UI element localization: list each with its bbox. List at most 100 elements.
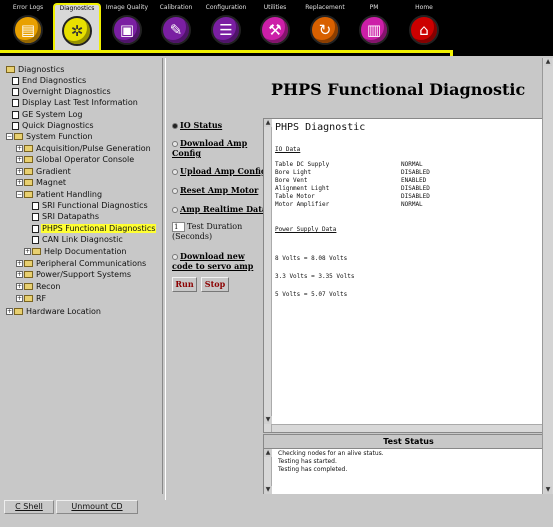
document-icon	[12, 76, 19, 85]
expand-toggle-icon[interactable]: +	[16, 179, 23, 186]
tree-item-label: Gradient	[36, 167, 71, 176]
output-text-area[interactable]: ▲ ▼ PHPS Diagnostic IO Data Table DC Sup…	[263, 118, 553, 433]
status-line: Testing has completed.	[278, 466, 348, 473]
io-value: NORMAL	[401, 161, 423, 168]
option-label: Upload Amp Config	[180, 166, 267, 176]
toolbar-button-configuration[interactable]: Configuration ☰	[202, 4, 250, 52]
toolbar-button-diagnostics[interactable]: Diagnostics ✲	[53, 3, 101, 53]
option-amp-realtime-data[interactable]: Amp Realtime Data	[172, 204, 267, 214]
tree-item-end-diagnostics[interactable]: End Diagnostics	[12, 75, 87, 86]
io-value: DISABLED	[401, 169, 430, 176]
scroll-up-arrow-icon[interactable]: ▲	[264, 449, 272, 457]
option-upload-amp-config[interactable]: Upload Amp Config	[172, 166, 267, 176]
toolbar-button-home[interactable]: Home ⌂	[400, 4, 448, 52]
image-quality-icon: ▣	[112, 15, 142, 45]
collapse-toggle-icon[interactable]: −	[6, 133, 13, 140]
c-shell-button[interactable]: C Shell	[4, 500, 54, 514]
tree-item-acquisition[interactable]: + Acquisition/Pulse Generation	[16, 143, 152, 154]
unmount-cd-button[interactable]: Unmount CD	[56, 500, 138, 514]
document-icon	[12, 87, 19, 96]
output-horizontal-scrollbar[interactable]	[272, 424, 553, 432]
test-duration-row: 1 Test Duration (Seconds)	[172, 222, 262, 242]
tree-item-patient-handling[interactable]: − Patient Handling	[16, 189, 103, 200]
output-text: PHPS Diagnostic IO Data Table DC Supply N…	[275, 122, 430, 299]
toolbar-button-replacement[interactable]: Replacement ↻	[301, 4, 349, 52]
tree-item-hardware-location[interactable]: + Hardware Location	[6, 306, 102, 317]
expand-toggle-icon[interactable]: +	[24, 248, 31, 255]
tree-item-label: Global Operator Console	[36, 155, 135, 164]
scroll-up-arrow-icon[interactable]: ▲	[544, 58, 552, 66]
toolbar-button-image-quality[interactable]: Image Quality ▣	[103, 4, 151, 52]
radio-icon[interactable]	[172, 188, 178, 194]
tree-item-sri-functional[interactable]: SRI Functional Diagnostics	[32, 200, 149, 211]
configuration-icon: ☰	[211, 15, 241, 45]
tree-item-label: Acquisition/Pulse Generation	[36, 144, 151, 153]
tree-item-help-documentation[interactable]: + Help Documentation	[24, 246, 127, 257]
test-status-pane: Test Status ▲ ▼ Checking nodes for an al…	[263, 434, 553, 494]
scroll-down-arrow-icon[interactable]: ▼	[264, 416, 272, 424]
stop-button[interactable]: Stop	[201, 277, 229, 292]
expand-toggle-icon[interactable]: +	[16, 168, 23, 175]
radio-icon[interactable]	[172, 169, 178, 175]
test-status-list[interactable]: ▲ ▼ Checking nodes for an alive status. …	[264, 448, 553, 494]
option-io-status[interactable]: IO Status	[172, 120, 222, 130]
collapse-toggle-icon[interactable]: −	[16, 191, 23, 198]
expand-toggle-icon[interactable]: +	[6, 308, 13, 315]
expand-toggle-icon[interactable]: +	[16, 271, 23, 278]
option-download-amp-config[interactable]: Download Amp Config	[172, 138, 258, 158]
tree-item-can-link[interactable]: CAN Link Diagnostic	[32, 234, 124, 245]
toolbar-button-error-logs[interactable]: Error Logs ▤	[4, 4, 52, 52]
radio-selected-icon[interactable]	[172, 123, 178, 129]
tree-item-system-function[interactable]: − System Function	[6, 131, 93, 142]
io-name: Alignment Light	[275, 185, 330, 192]
scroll-down-arrow-icon[interactable]: ▼	[264, 486, 272, 494]
tree-item-magnet[interactable]: + Magnet	[16, 177, 67, 188]
tree-item-label: System Function	[26, 132, 93, 141]
option-download-servo-code[interactable]: Download new code to servo amp	[172, 251, 264, 271]
tree-item-global-operator-console[interactable]: + Global Operator Console	[16, 154, 135, 165]
expand-toggle-icon[interactable]: +	[16, 283, 23, 290]
tree-item-rf[interactable]: + RF	[16, 293, 47, 304]
expand-toggle-icon[interactable]: +	[16, 145, 23, 152]
tree-item-display-last-test[interactable]: Display Last Test Information	[12, 97, 139, 108]
expand-toggle-icon[interactable]: +	[16, 295, 23, 302]
scroll-up-arrow-icon[interactable]: ▲	[264, 119, 272, 127]
expand-toggle-icon[interactable]: +	[16, 260, 23, 267]
tree-item-gradient[interactable]: + Gradient	[16, 166, 72, 177]
utilities-icon: ⚒	[260, 15, 290, 45]
tree-item-overnight-diagnostics[interactable]: Overnight Diagnostics	[12, 86, 112, 97]
folder-icon	[32, 248, 41, 255]
top-toolbar: Error Logs ▤ Diagnostics ✲ Image Quality…	[0, 0, 553, 56]
status-vertical-scrollbar[interactable]: ▲ ▼	[264, 449, 272, 494]
radio-icon[interactable]	[172, 141, 178, 147]
tree-item-quick-diagnostics[interactable]: Quick Diagnostics	[12, 120, 95, 131]
tree-item-phps-functional[interactable]: PHPS Functional Diagnostics	[32, 223, 157, 234]
status-line: Testing has started.	[278, 458, 337, 465]
tree-item-sri-datapaths[interactable]: SRI Datapaths	[32, 211, 100, 222]
expand-toggle-icon[interactable]: +	[16, 156, 23, 163]
radio-icon[interactable]	[172, 254, 178, 260]
option-label: Reset Amp Motor	[180, 185, 259, 195]
tree-item-peripheral-communications[interactable]: + Peripheral Communications	[16, 258, 147, 269]
tree-item-diagnostics-root[interactable]: Diagnostics	[6, 64, 65, 75]
run-button[interactable]: Run	[172, 277, 197, 292]
page-vertical-scrollbar[interactable]: ▲ ▼	[542, 58, 553, 494]
tree-item-ge-system-log[interactable]: GE System Log	[12, 109, 83, 120]
tree-item-power-support[interactable]: + Power/Support Systems	[16, 269, 132, 280]
io-row: Table DC Supply NORMAL	[275, 161, 430, 169]
io-name: Motor Amplifier	[275, 201, 330, 208]
toolbar-button-calibration[interactable]: Calibration ✎	[152, 4, 200, 52]
toolbar-button-pm[interactable]: PM ▥	[350, 4, 398, 52]
tree-item-recon[interactable]: + Recon	[16, 281, 61, 292]
scroll-down-arrow-icon[interactable]: ▼	[544, 486, 552, 494]
folder-open-icon	[14, 133, 23, 140]
toolbar-button-utilities[interactable]: Utilities ⚒	[251, 4, 299, 52]
test-duration-input[interactable]: 1	[172, 222, 185, 232]
output-vertical-scrollbar[interactable]: ▲ ▼	[264, 119, 272, 432]
tree-item-label: RF	[36, 294, 47, 303]
toolbar-label: Home	[415, 4, 433, 11]
tree-item-label: CAN Link Diagnostic	[42, 235, 123, 244]
folder-open-icon	[6, 66, 15, 73]
option-reset-amp-motor[interactable]: Reset Amp Motor	[172, 185, 258, 195]
radio-icon[interactable]	[172, 207, 178, 213]
